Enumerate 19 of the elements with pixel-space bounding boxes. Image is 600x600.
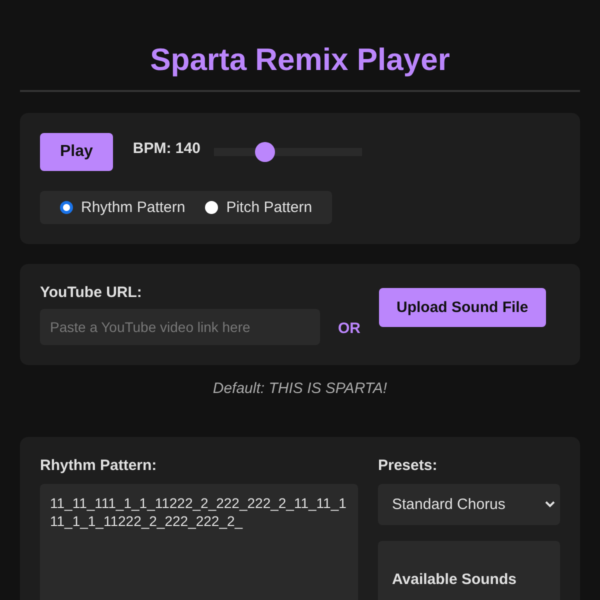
url-label: YouTube URL: (40, 284, 143, 301)
radio-label[interactable]: Pitch Pattern (226, 199, 312, 216)
radio-button[interactable] (205, 201, 218, 214)
presets-label: Presets: (378, 457, 438, 474)
play-button[interactable]: Play (40, 133, 113, 171)
radio-label[interactable]: Rhythm Pattern (81, 199, 186, 216)
radio-button[interactable] (60, 201, 73, 214)
slider-thumb[interactable] (254, 142, 275, 162)
upload-button[interactable]: Upload Sound File (378, 288, 546, 327)
or-label: OR (338, 320, 360, 337)
page-title: Sparta Remix Player (149, 41, 451, 79)
bpm-label: BPM: 140 (132, 140, 200, 156)
sounds-heading: Available Sounds (392, 571, 516, 588)
url-field[interactable]: Paste a YouTube video link here (40, 309, 320, 345)
presets-dropdown[interactable]: Standard Chorus (378, 484, 560, 525)
default-note: Default: THIS IS SPARTA! (212, 380, 388, 397)
chevron-icon (545, 501, 555, 508)
pattern-textarea[interactable]: 11_11_111_1_1_11222_2_222_222_2_11_11_111_1_1_11222_2_222_222_2_ (40, 484, 358, 600)
pattern-label: Rhythm Pattern: (40, 457, 158, 474)
